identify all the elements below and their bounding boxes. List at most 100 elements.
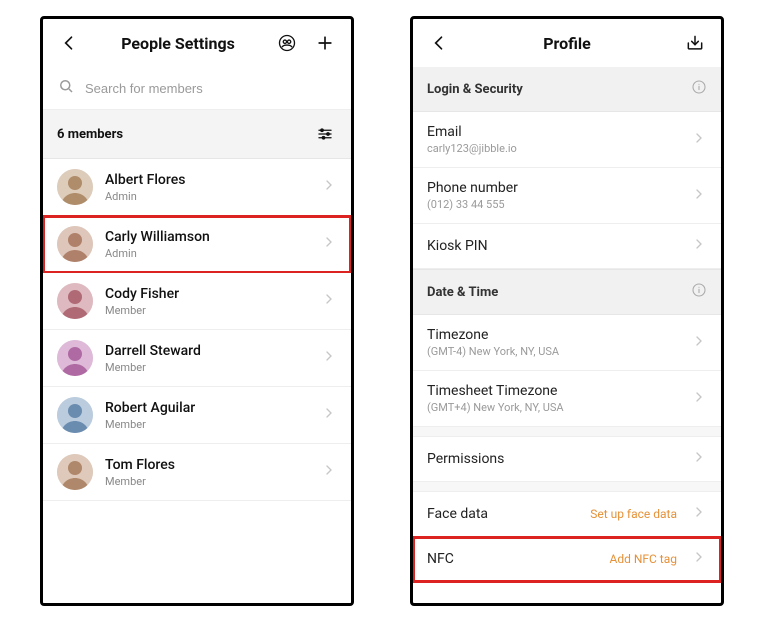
row-label: Email <box>427 124 681 140</box>
row-label: Face data <box>427 506 580 522</box>
member-count-bar: 6 members <box>43 110 351 159</box>
topbar: Profile <box>413 19 721 67</box>
row-label: Timesheet Timezone <box>427 383 681 399</box>
member-name: Tom Flores <box>105 457 309 473</box>
chevron-right-icon <box>691 236 707 256</box>
chevron-right-icon <box>321 462 337 482</box>
chevron-right-icon <box>321 405 337 425</box>
chevron-right-icon <box>691 333 707 353</box>
search-bar[interactable] <box>43 67 351 110</box>
member-role: Admin <box>105 247 309 260</box>
profile-sections: Login & Security Email carly123@jibble.i… <box>413 67 721 603</box>
section-spacer <box>413 427 721 437</box>
row-main: Face data <box>427 506 580 522</box>
member-count-label: 6 members <box>57 127 123 142</box>
chevron-right-icon <box>691 549 707 569</box>
avatar <box>57 169 93 205</box>
add-icon[interactable] <box>313 31 337 55</box>
member-row[interactable]: Robert Aguilar Member <box>43 387 351 444</box>
back-icon[interactable] <box>427 31 451 55</box>
member-row[interactable]: Darrell Steward Member <box>43 330 351 387</box>
settings-row[interactable]: Email carly123@jibble.io <box>413 112 721 168</box>
search-icon <box>57 77 75 99</box>
row-main: Kiosk PIN <box>427 238 681 254</box>
member-row[interactable]: Cody Fisher Member <box>43 273 351 330</box>
profile-screen: Profile Login & Security Email carly123@… <box>410 16 724 606</box>
chevron-right-icon <box>691 449 707 469</box>
info-icon[interactable] <box>691 282 707 302</box>
row-sublabel: (GMT+4) New York, NY, USA <box>427 401 681 414</box>
member-role: Member <box>105 304 309 317</box>
row-main: Timezone (GMT-4) New York, NY, USA <box>427 327 681 358</box>
member-info: Darrell Steward Member <box>105 343 309 374</box>
settings-row[interactable]: Phone number (012) 33 44 555 <box>413 168 721 224</box>
member-name: Darrell Steward <box>105 343 309 359</box>
member-row[interactable]: Tom Flores Member <box>43 444 351 501</box>
member-name: Cody Fisher <box>105 286 309 302</box>
people-settings-screen: People Settings 6 members Albert Flores … <box>40 16 354 606</box>
member-role: Member <box>105 361 309 374</box>
settings-row[interactable]: Kiosk PIN <box>413 224 721 269</box>
row-sublabel: carly123@jibble.io <box>427 142 681 155</box>
section-spacer <box>413 482 721 492</box>
people-icon[interactable] <box>275 31 299 55</box>
row-label: Phone number <box>427 180 681 196</box>
search-input[interactable] <box>85 81 337 96</box>
chevron-right-icon <box>691 389 707 409</box>
settings-row[interactable]: Face data Set up face data <box>413 492 721 537</box>
settings-row[interactable]: Permissions <box>413 437 721 482</box>
member-role: Member <box>105 418 309 431</box>
member-list: Albert Flores Admin Carly Williamson Adm… <box>43 159 351 603</box>
row-main: Timesheet Timezone (GMT+4) New York, NY,… <box>427 383 681 414</box>
chevron-right-icon <box>321 177 337 197</box>
row-main: Phone number (012) 33 44 555 <box>427 180 681 211</box>
chevron-right-icon <box>321 348 337 368</box>
member-info: Albert Flores Admin <box>105 172 309 203</box>
member-name: Carly Williamson <box>105 229 309 245</box>
avatar <box>57 397 93 433</box>
member-row[interactable]: Albert Flores Admin <box>43 159 351 216</box>
row-sublabel: (GMT-4) New York, NY, USA <box>427 345 681 358</box>
page-title: Profile <box>459 34 675 53</box>
section-heading-label: Login & Security <box>427 82 523 97</box>
row-sublabel: (012) 33 44 555 <box>427 198 681 211</box>
member-info: Tom Flores Member <box>105 457 309 488</box>
member-info: Cody Fisher Member <box>105 286 309 317</box>
settings-row[interactable]: Timesheet Timezone (GMT+4) New York, NY,… <box>413 371 721 427</box>
archive-icon[interactable] <box>683 31 707 55</box>
topbar: People Settings <box>43 19 351 67</box>
row-main: Email carly123@jibble.io <box>427 124 681 155</box>
member-info: Robert Aguilar Member <box>105 400 309 431</box>
avatar <box>57 226 93 262</box>
section-heading: Date & Time <box>413 269 721 315</box>
row-action-label: Add NFC tag <box>609 552 677 566</box>
row-label: NFC <box>427 551 599 567</box>
member-info: Carly Williamson Admin <box>105 229 309 260</box>
avatar <box>57 454 93 490</box>
row-action-label: Set up face data <box>590 507 677 521</box>
back-icon[interactable] <box>57 31 81 55</box>
section-heading-label: Date & Time <box>427 285 498 300</box>
member-name: Robert Aguilar <box>105 400 309 416</box>
member-row[interactable]: Carly Williamson Admin <box>43 216 351 273</box>
member-role: Member <box>105 475 309 488</box>
section-heading: Login & Security <box>413 67 721 112</box>
row-label: Permissions <box>427 451 681 467</box>
settings-row[interactable]: NFC Add NFC tag <box>413 537 721 582</box>
chevron-right-icon <box>691 504 707 524</box>
page-title: People Settings <box>89 34 267 53</box>
info-icon[interactable] <box>691 79 707 99</box>
row-main: Permissions <box>427 451 681 467</box>
avatar <box>57 340 93 376</box>
member-role: Admin <box>105 190 309 203</box>
filter-icon[interactable] <box>313 122 337 146</box>
avatar <box>57 283 93 319</box>
chevron-right-icon <box>321 291 337 311</box>
row-label: Kiosk PIN <box>427 238 681 254</box>
member-name: Albert Flores <box>105 172 309 188</box>
chevron-right-icon <box>691 186 707 206</box>
row-label: Timezone <box>427 327 681 343</box>
settings-row[interactable]: Timezone (GMT-4) New York, NY, USA <box>413 315 721 371</box>
row-main: NFC <box>427 551 599 567</box>
chevron-right-icon <box>691 130 707 150</box>
